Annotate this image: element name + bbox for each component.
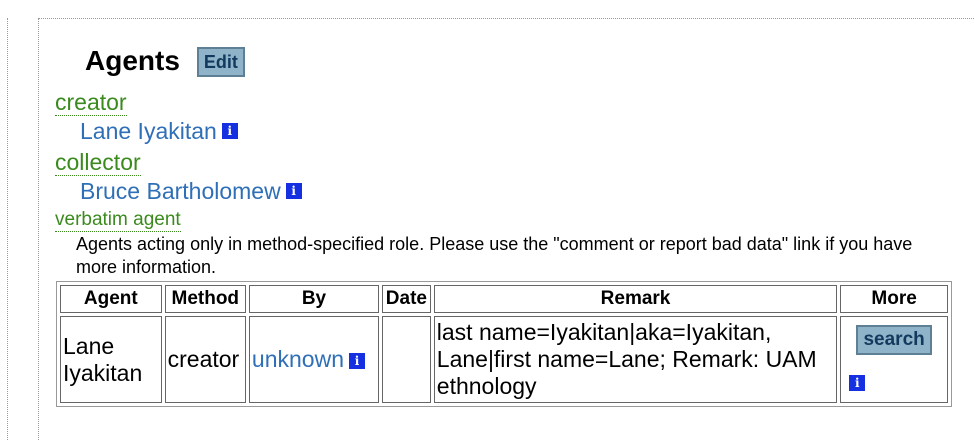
header-agent: Agent — [60, 285, 162, 313]
search-button[interactable]: search — [856, 324, 932, 355]
cell-remark: last name=Iyakitan|aka=Iyakitan, Lane|fi… — [433, 316, 838, 403]
agent-name[interactable]: Bruce Bartholomew — [80, 178, 281, 204]
table-row: Lane Iyakitan creator unknown i last name… — [60, 316, 948, 403]
cell-more: search i — [840, 316, 948, 403]
agents-panel: Agents Edit creator Lane Iyakitan i coll… — [38, 18, 974, 440]
edit-button[interactable]: Edit — [196, 47, 245, 77]
table-header-row: Agent Method By Date Remark More — [60, 285, 948, 313]
info-icon[interactable]: i — [285, 183, 302, 199]
header-date: Date — [382, 285, 431, 313]
agent-link-creator[interactable]: Lane Iyakitan i — [80, 118, 238, 144]
section-title: Agents — [85, 45, 180, 76]
left-border — [7, 18, 8, 440]
cell-by[interactable]: unknown i — [248, 316, 379, 403]
header-method: Method — [164, 285, 246, 313]
agent-name[interactable]: Lane Iyakitan — [80, 118, 217, 144]
cell-agent: Lane Iyakitan — [60, 316, 162, 403]
header-remark: Remark — [433, 285, 838, 313]
info-icon[interactable]: i — [849, 375, 866, 392]
verbatim-note: Agents acting only in method-specified r… — [76, 234, 913, 277]
agents-heading: Agents Edit — [85, 44, 245, 78]
info-icon[interactable]: i — [349, 352, 365, 369]
role-creator: creator — [55, 89, 127, 116]
info-icon[interactable]: i — [221, 123, 238, 139]
cell-date — [382, 316, 431, 403]
header-more: More — [840, 285, 948, 313]
agent-link-collector[interactable]: Bruce Bartholomew i — [80, 178, 302, 204]
verbatim-agents-table: Agent Method By Date Remark More Lane Iy… — [56, 281, 952, 407]
role-collector: collector — [55, 149, 141, 176]
role-verbatim-agent: verbatim agent — [55, 209, 181, 232]
by-link[interactable]: unknown — [252, 346, 344, 372]
header-by: By — [248, 285, 379, 313]
cell-method: creator — [164, 316, 246, 403]
